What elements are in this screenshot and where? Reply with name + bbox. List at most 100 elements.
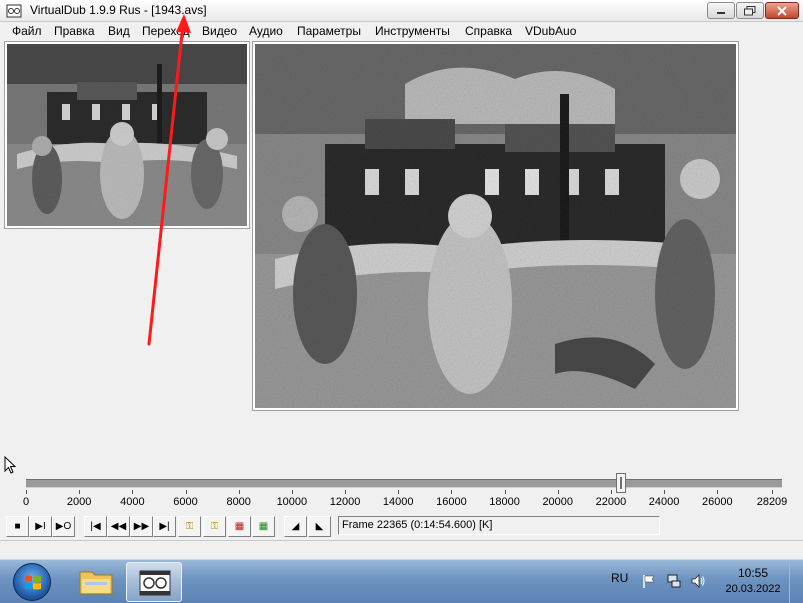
input-frame-image — [7, 44, 247, 226]
menu-tools[interactable]: Инструменты — [375, 24, 450, 38]
virtualdub-taskbar-icon — [139, 570, 171, 596]
input-video-pane[interactable] — [4, 41, 250, 229]
timeline-tick-label: 10000 — [276, 496, 308, 508]
menu-video[interactable]: Видео — [202, 24, 237, 38]
next-frame-icon: ▶▶ — [133, 520, 150, 532]
minimize-button[interactable] — [707, 2, 735, 19]
timeline-tick-mark — [238, 490, 240, 494]
stop-icon: ■ — [14, 520, 21, 532]
timeline-tick-mark — [717, 490, 719, 494]
clock-time[interactable]: 10:55 — [733, 566, 773, 580]
close-icon — [777, 5, 787, 16]
timeline-tick-label: 20000 — [542, 496, 574, 508]
timeline-tick-mark — [185, 490, 187, 494]
windows-logo-icon — [25, 575, 41, 590]
timeline-tick-label: 16000 — [436, 496, 467, 508]
output-video-pane[interactable] — [252, 41, 739, 411]
play-output-icon: ▶O — [55, 520, 72, 532]
mark-out-icon: ◣ — [315, 520, 324, 532]
minimize-icon — [717, 11, 725, 14]
clock-date[interactable]: 20.03.2022 — [721, 583, 785, 595]
menu-help[interactable]: Справка — [465, 24, 512, 38]
timeline-tick-label: 12000 — [329, 496, 361, 508]
prev-keyframe-icon: ⚿ — [185, 520, 194, 532]
timeline-tick-label: 8000 — [226, 496, 251, 508]
network-icon[interactable] — [666, 573, 682, 589]
timeline[interactable]: 0 2000 4000 6000 8000 10000 12000 14000 16000 180… — [0, 470, 803, 510]
title-bar[interactable]: VirtualDub 1.9.9 Rus - [1943.avs] — [0, 0, 803, 22]
timeline-tick-mark — [345, 490, 347, 494]
timeline-tick-label: 24000 — [648, 496, 680, 508]
timeline-tick-mark — [451, 490, 453, 494]
timeline-tick-mark — [610, 490, 612, 494]
next-scene-icon: ▦ — [258, 520, 269, 532]
menu-file[interactable]: Файл — [12, 24, 42, 38]
menu-vdubauo[interactable]: VDubAuo — [525, 24, 576, 38]
prev-keyframe-button[interactable]: ⚿ — [178, 516, 201, 537]
prev-frame-button[interactable]: ◀◀ — [107, 516, 130, 537]
timeline-tick-mark — [79, 490, 81, 494]
position-track[interactable] — [26, 479, 782, 488]
timeline-tick-label: 2000 — [66, 496, 92, 508]
timeline-tick-mark — [557, 490, 559, 494]
volume-icon[interactable] — [690, 573, 706, 589]
playback-toolbar: ■ ▶I ▶O |◀ ◀◀ ▶▶ ▶| ⚿ ⚿ ▦ ▦ ◢ ◣ Frame 22… — [0, 514, 803, 540]
play-input-button[interactable]: ▶I — [29, 516, 52, 537]
next-frame-button[interactable]: ▶▶ — [130, 516, 153, 537]
action-center-flag-icon[interactable] — [641, 573, 657, 589]
virtualdub-window: VirtualDub 1.9.9 Rus - [1943.avs] Файл П… — [0, 0, 803, 603]
language-indicator[interactable]: RU — [611, 571, 628, 585]
menu-audio[interactable]: Аудио — [249, 24, 283, 38]
timeline-tick-label: 28209 — [756, 496, 788, 508]
timeline-tick-mark — [132, 490, 134, 494]
timeline-tick-label: 0 — [22, 496, 30, 508]
show-desktop-button[interactable] — [789, 560, 803, 603]
restore-icon — [744, 5, 756, 15]
mark-in-button[interactable]: ◢ — [284, 516, 307, 537]
timeline-tick-label: 22000 — [595, 496, 627, 508]
play-output-button[interactable]: ▶O — [52, 516, 75, 537]
go-start-button[interactable]: |◀ — [84, 516, 107, 537]
timeline-tick-label: 6000 — [173, 496, 198, 508]
timeline-tick-label: 26000 — [701, 496, 733, 508]
go-end-icon: ▶| — [159, 520, 170, 532]
next-keyframe-button[interactable]: ⚿ — [203, 516, 226, 537]
timeline-tick-mark — [504, 490, 506, 494]
timeline-tick-label: 4000 — [120, 496, 145, 508]
timeline-tick-mark — [398, 490, 400, 494]
mouse-cursor-icon — [4, 456, 16, 474]
prev-frame-icon: ◀◀ — [110, 520, 127, 532]
next-scene-button[interactable]: ▦ — [252, 516, 275, 537]
go-start-icon: |◀ — [90, 520, 101, 532]
timeline-tick-mark — [664, 490, 666, 494]
timeline-tick-label: 18000 — [489, 496, 520, 508]
output-frame-image — [255, 44, 736, 408]
menu-go[interactable]: Переход — [142, 24, 190, 38]
timeline-tick-mark — [772, 490, 773, 494]
taskbar-virtualdub-button[interactable] — [126, 562, 182, 602]
next-keyframe-icon: ⚿ — [210, 520, 219, 532]
position-thumb[interactable] — [615, 473, 626, 493]
go-end-button[interactable]: ▶| — [153, 516, 176, 537]
mark-out-button[interactable]: ◣ — [308, 516, 331, 537]
timeline-tick-mark — [26, 490, 27, 494]
menu-bar: Файл Правка Вид Переход Видео Аудио Пара… — [0, 22, 803, 40]
stop-button[interactable]: ■ — [6, 516, 29, 537]
mark-in-icon: ◢ — [291, 520, 300, 532]
frame-status: Frame 22365 (0:14:54.600) [K] — [338, 516, 660, 535]
play-input-icon: ▶I — [35, 520, 46, 532]
window-title: VirtualDub 1.9.9 Rus - [1943.avs] — [30, 3, 207, 17]
folder-icon — [79, 571, 113, 595]
menu-edit[interactable]: Правка — [54, 24, 95, 38]
menu-options[interactable]: Параметры — [297, 24, 361, 38]
timeline-tick-label: 14000 — [382, 496, 414, 508]
maximize-button[interactable] — [736, 2, 764, 19]
close-button[interactable] — [765, 2, 799, 19]
menu-view[interactable]: Вид — [108, 24, 130, 38]
timeline-tick-mark — [291, 490, 293, 494]
prev-scene-icon: ▦ — [234, 520, 245, 532]
prev-scene-button[interactable]: ▦ — [228, 516, 251, 537]
virtualdub-app-icon[interactable] — [6, 3, 22, 19]
start-button[interactable] — [13, 563, 51, 601]
taskbar-explorer-button[interactable] — [68, 562, 124, 602]
